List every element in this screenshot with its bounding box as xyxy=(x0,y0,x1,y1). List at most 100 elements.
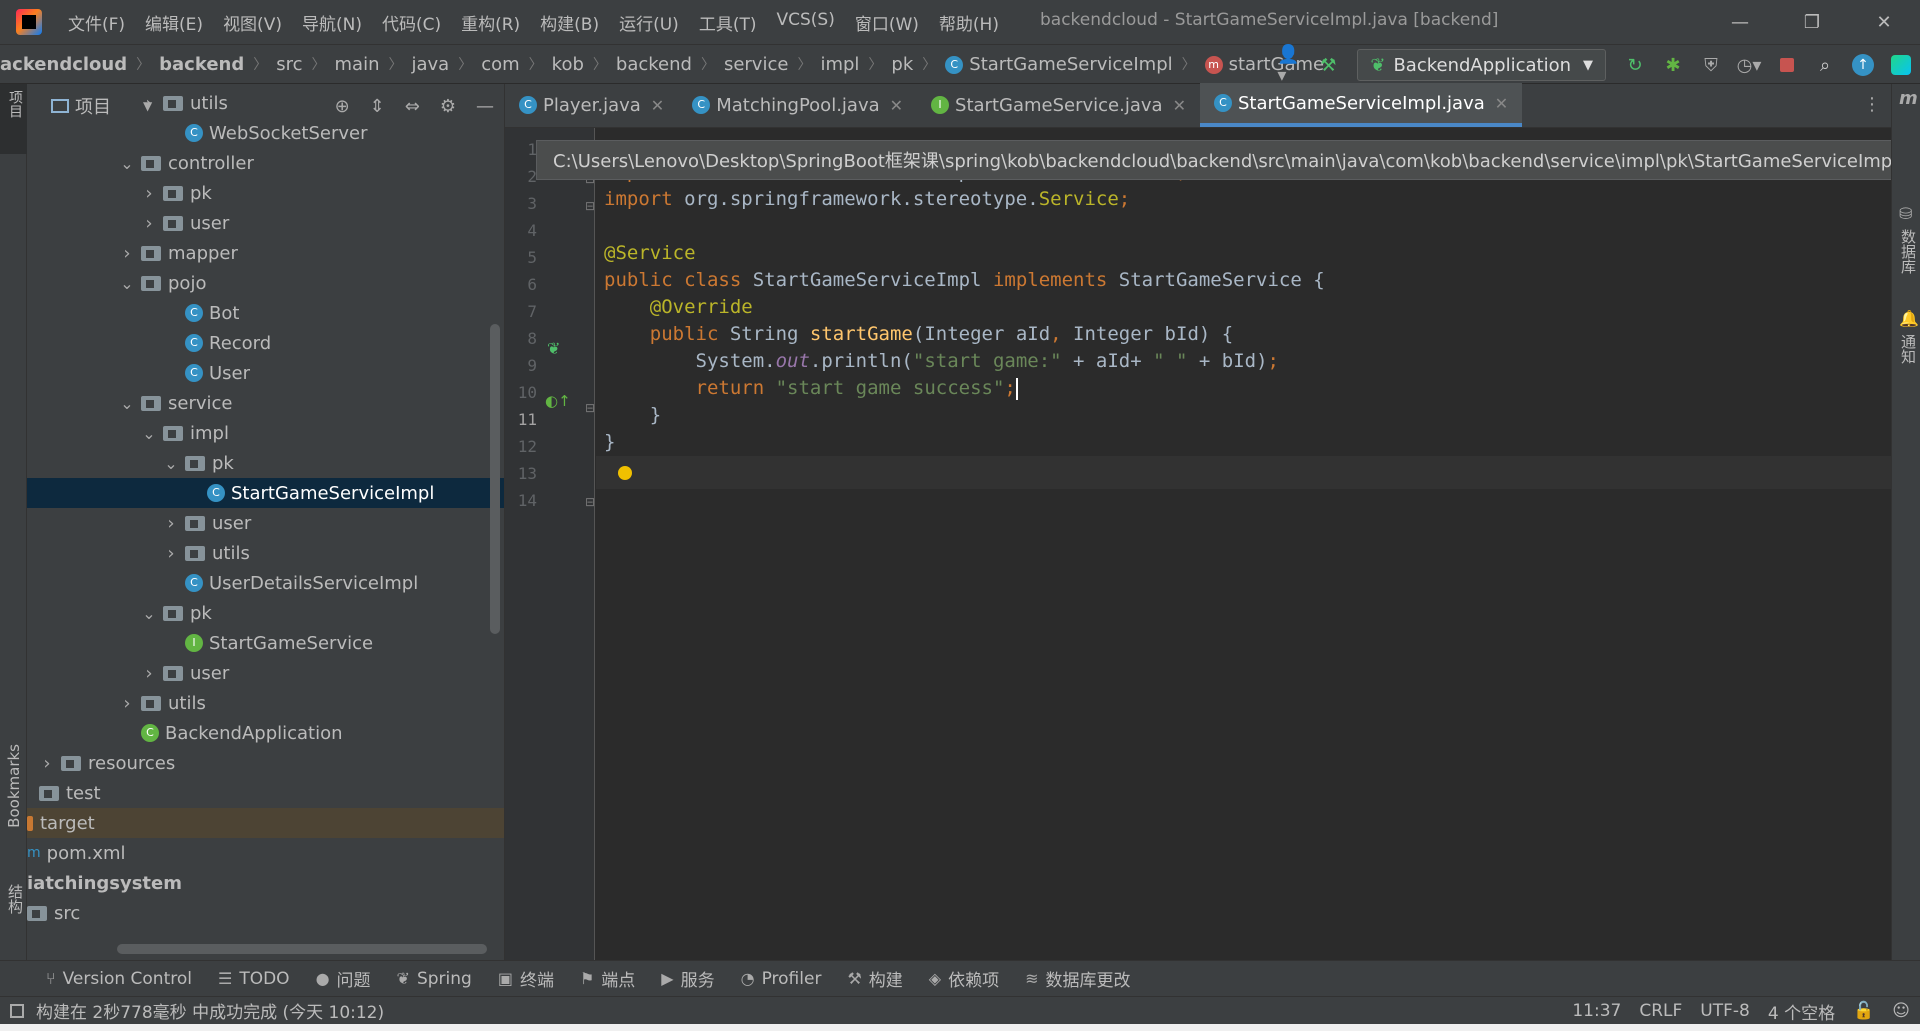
close-tab-icon[interactable]: ✕ xyxy=(1173,96,1186,115)
bottom-tool-button[interactable]: ☰ TODO xyxy=(218,969,290,989)
tree-item[interactable]: › utils xyxy=(27,88,504,118)
bottom-tool-button[interactable]: ⚑ 端点 xyxy=(580,966,635,991)
breadcrumb-item[interactable]: impl xyxy=(820,54,859,75)
bottom-tool-button[interactable]: ⑂ Version Control xyxy=(46,969,192,989)
breadcrumb-item[interactable]: src xyxy=(276,54,302,75)
tree-item[interactable]: I StartGameService xyxy=(27,628,504,658)
build-hammer-icon[interactable]: ⚒ xyxy=(1315,52,1341,78)
bottom-tool-button[interactable]: ⚒ 构建 xyxy=(847,966,902,991)
stop-icon[interactable] xyxy=(1774,52,1800,78)
fold-icon[interactable]: ⊟ xyxy=(585,401,595,415)
tree-item[interactable]: › utils xyxy=(27,538,504,568)
fold-icon[interactable]: ⊟ xyxy=(585,495,595,509)
tree-item[interactable]: › user xyxy=(27,508,504,538)
tree-item[interactable]: ⌄ pojo xyxy=(27,268,504,298)
tree-item[interactable]: › pk xyxy=(27,178,504,208)
editor-tab[interactable]: C StartGameServiceImpl.java ✕ xyxy=(1199,83,1523,127)
chevron-down-icon[interactable]: ⌄ xyxy=(141,604,157,623)
tree-item[interactable]: › utils xyxy=(27,688,504,718)
editor-tab[interactable]: C MatchingPool.java ✕ xyxy=(678,83,917,127)
tree-horizontal-scrollbar[interactable] xyxy=(117,944,487,954)
bottom-tool-button[interactable]: ◔ Profiler xyxy=(741,969,822,989)
tree-item[interactable]: target xyxy=(27,808,504,838)
tree-item[interactable]: › user xyxy=(27,208,504,238)
file-encoding[interactable]: UTF-8 xyxy=(1700,1001,1750,1021)
menu-item[interactable]: 运行(U) xyxy=(619,10,679,35)
structure-stripe-label[interactable]: 结构 xyxy=(5,884,26,914)
tree-item[interactable]: test xyxy=(27,778,504,808)
bottom-tool-button[interactable]: ≋ 数据库更改 xyxy=(1025,966,1130,991)
bottom-tool-button[interactable]: ◈ 依赖项 xyxy=(929,966,999,991)
menu-item[interactable]: 代码(C) xyxy=(382,10,441,35)
chevron-right-icon[interactable]: › xyxy=(141,663,157,684)
chevron-down-icon[interactable]: ⌄ xyxy=(163,454,179,473)
close-tab-icon[interactable]: ✕ xyxy=(890,96,903,115)
tree-vertical-scrollbar[interactable] xyxy=(490,324,500,634)
chevron-right-icon[interactable]: › xyxy=(141,93,157,114)
breadcrumb-item[interactable]: com xyxy=(481,54,519,75)
breadcrumb-item[interactable]: service xyxy=(724,54,788,75)
chevron-down-icon[interactable]: ⌄ xyxy=(119,274,135,293)
chevron-right-icon[interactable]: › xyxy=(141,213,157,234)
chevron-down-icon[interactable]: ⌄ xyxy=(119,394,135,413)
bottom-tool-button[interactable]: ● 问题 xyxy=(316,966,371,991)
chevron-right-icon[interactable]: › xyxy=(119,693,135,714)
maven-icon[interactable]: m xyxy=(1899,88,1918,109)
spring-bean-gutter-icon[interactable]: ❦ xyxy=(547,339,560,358)
breadcrumb-item[interactable]: backend xyxy=(159,54,244,75)
breadcrumb-item[interactable]: java xyxy=(412,54,450,75)
database-icon[interactable]: ⛁ xyxy=(1899,204,1912,223)
bottom-tool-button[interactable]: ❦ Spring xyxy=(397,969,472,989)
close-tab-icon[interactable]: ✕ xyxy=(1495,94,1508,113)
breadcrumb-item[interactable]: pk xyxy=(891,54,913,75)
chevron-right-icon[interactable]: › xyxy=(119,243,135,264)
code-editor[interactable]: import com.kob.backend.service.pk.StartG… xyxy=(596,128,1891,960)
tree-item[interactable]: m pom.xml xyxy=(27,838,504,868)
more-tabs-icon[interactable]: ⋮ xyxy=(1863,94,1881,115)
breadcrumb-item[interactable]: backend xyxy=(616,54,692,75)
tree-item[interactable]: ⌄ controller xyxy=(27,148,504,178)
tree-item[interactable]: C Record xyxy=(27,328,504,358)
menu-item[interactable]: 重构(R) xyxy=(461,10,520,35)
caret-position[interactable]: 11:37 xyxy=(1572,1001,1621,1021)
bottom-tool-button[interactable]: ▶ 服务 xyxy=(661,966,714,991)
toolbox-icon[interactable] xyxy=(1888,52,1914,78)
breadcrumb-item[interactable]: main xyxy=(335,54,380,75)
search-icon[interactable]: ⌕ xyxy=(1812,52,1838,78)
tree-item[interactable]: ⌄ service xyxy=(27,388,504,418)
update-icon[interactable]: ↑ xyxy=(1850,52,1876,78)
tree-item[interactable]: C User xyxy=(27,358,504,388)
bottom-tool-button[interactable]: ▣ 终端 xyxy=(498,966,554,991)
menu-item[interactable]: 工具(T) xyxy=(699,10,757,35)
toggle-tool-windows-icon[interactable] xyxy=(10,1003,24,1018)
menu-item[interactable]: VCS(S) xyxy=(776,10,834,35)
chevron-right-icon[interactable]: › xyxy=(163,513,179,534)
menu-item[interactable]: 窗口(W) xyxy=(855,10,919,35)
implements-gutter-icon[interactable]: ◐↑ xyxy=(545,392,571,410)
indent-setting[interactable]: 4 个空格 xyxy=(1768,999,1835,1024)
chevron-right-icon[interactable]: › xyxy=(141,183,157,204)
chevron-down-icon[interactable]: ⌄ xyxy=(119,154,135,173)
menu-item[interactable]: 帮助(H) xyxy=(939,10,999,35)
project-tool-window-button[interactable]: 项目 xyxy=(0,84,27,154)
menu-item[interactable]: 文件(F) xyxy=(68,10,125,35)
bookmarks-stripe-label[interactable]: Bookmarks xyxy=(5,744,23,828)
restore-button[interactable]: ❐ xyxy=(1776,0,1848,44)
close-window-button[interactable]: ✕ xyxy=(1848,0,1920,44)
chevron-right-icon[interactable]: › xyxy=(39,753,55,774)
lock-icon[interactable]: 🔓 xyxy=(1853,1001,1874,1021)
menu-item[interactable]: 构建(B) xyxy=(540,10,599,35)
inspection-icon[interactable]: ☺ xyxy=(1892,1001,1910,1021)
tree-item[interactable]: › user xyxy=(27,658,504,688)
notifications-icon[interactable]: 🔔 xyxy=(1899,309,1919,328)
profile-icon[interactable]: ◷▾ xyxy=(1736,52,1762,78)
breadcrumb-item[interactable]: ackendcloud xyxy=(0,54,127,75)
line-separator[interactable]: CRLF xyxy=(1639,1001,1682,1021)
tree-item[interactable]: ⌄ impl xyxy=(27,418,504,448)
debug-icon[interactable]: ✱ xyxy=(1660,52,1686,78)
tree-item[interactable]: src xyxy=(27,898,504,928)
tree-item[interactable]: C Bot xyxy=(27,298,504,328)
status-message[interactable]: 构建在 2秒778毫秒 中成功完成 (今天 10:12) xyxy=(36,998,384,1023)
chevron-down-icon[interactable]: ⌄ xyxy=(141,424,157,443)
notifications-stripe-label[interactable]: 通知 xyxy=(1898,334,1919,364)
